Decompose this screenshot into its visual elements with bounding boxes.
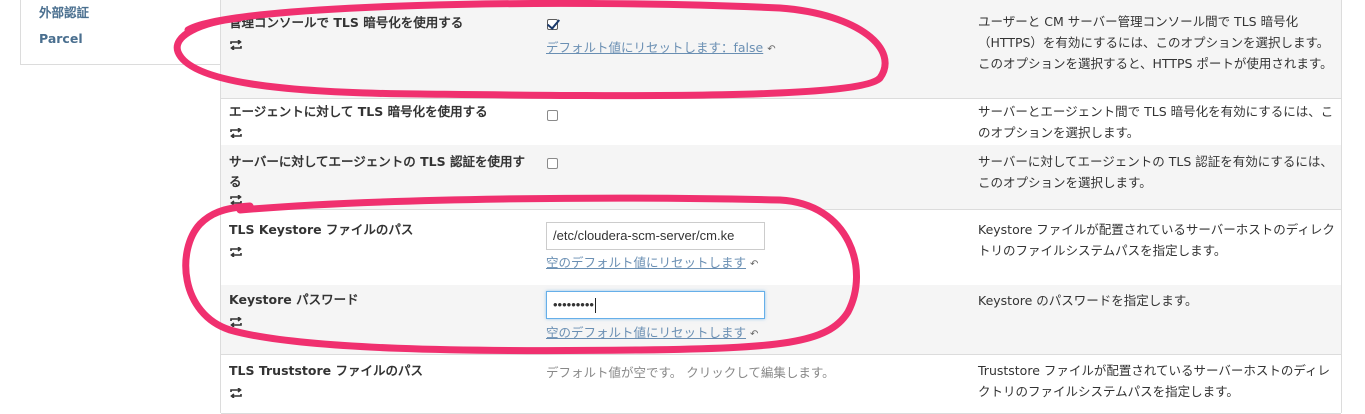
setting-label: 管理コンソールで TLS 暗号化を使用する xyxy=(229,15,464,30)
setting-label: エージェントに対して TLS 暗号化を使用する xyxy=(229,104,488,119)
setting-label: TLS Keystore ファイルのパス xyxy=(229,222,414,237)
setting-label: TLS Truststore ファイルのパス xyxy=(229,363,423,378)
keystore-password-input[interactable]: ••••••••• xyxy=(546,291,765,319)
truststore-empty-value[interactable]: デフォルト値が空です。 クリックして編集します。 xyxy=(546,362,835,381)
settings-nav: 外部認証 Parcel xyxy=(20,0,222,65)
undo-arrow-icon: ↶ xyxy=(767,44,776,55)
setting-row-keystore-path: TLS Keystore ファイルのパス /etc/cloudera-scm-s… xyxy=(221,209,1341,286)
reset-icon[interactable] xyxy=(229,388,243,398)
reset-empty-default-link[interactable]: 空のデフォルト値にリセットします ↶ xyxy=(546,322,758,341)
setting-row-console-tls: 管理コンソールで TLS 暗号化を使用する デフォルト値にリセットします：fal… xyxy=(221,0,1341,99)
setting-label: Keystore パスワード xyxy=(229,292,359,307)
setting-description: サーバーに対してエージェントの TLS 認証を有効にするには、このオプションを選… xyxy=(978,154,1333,190)
setting-description: Keystore のパスワードを指定します。 xyxy=(978,293,1198,308)
reset-empty-default-link[interactable]: 空のデフォルト値にリセットします ↶ xyxy=(546,252,758,271)
setting-row-agent-tls: エージェントに対して TLS 暗号化を使用する サーバーとエージェント間で TL… xyxy=(221,98,1341,146)
setting-row-keystore-password: Keystore パスワード ••••••••• 空のデフォルト値にリセットしま… xyxy=(221,285,1341,355)
text-caret xyxy=(594,298,596,314)
nav-item-parcel[interactable]: Parcel xyxy=(39,31,83,46)
setting-description: サーバーとエージェント間で TLS 暗号化を有効にするには、このオプションを選択… xyxy=(978,104,1334,140)
setting-description: Truststore ファイルが配置されているサーバーホストのディレクトリのファ… xyxy=(978,363,1330,399)
reset-icon[interactable] xyxy=(229,128,243,138)
setting-description: ユーザーと CM サーバー管理コンソール間で TLS 暗号化（HTTPS）を有効… xyxy=(978,14,1333,71)
reset-icon[interactable] xyxy=(229,317,243,327)
setting-row-truststore-path: TLS Truststore ファイルのパス デフォルト値が空です。 クリックし… xyxy=(221,354,1341,414)
agent-auth-checkbox[interactable] xyxy=(547,158,558,169)
console-tls-checkbox[interactable] xyxy=(547,19,558,30)
setting-label: サーバーに対してエージェントの TLS 認証を使用する xyxy=(229,154,525,189)
setting-row-agent-auth: サーバーに対してエージェントの TLS 認証を使用する サーバーに対してエージェ… xyxy=(221,145,1341,210)
undo-arrow-icon: ↶ xyxy=(750,259,759,270)
reset-icon[interactable] xyxy=(229,40,243,50)
settings-table: 管理コンソールで TLS 暗号化を使用する デフォルト値にリセットします：fal… xyxy=(220,0,1342,414)
nav-item-external-auth[interactable]: 外部認証 xyxy=(39,2,89,21)
undo-arrow-icon: ↶ xyxy=(750,329,759,340)
reset-icon[interactable] xyxy=(229,195,243,205)
reset-default-link[interactable]: デフォルト値にリセットします：false ↶ xyxy=(546,37,776,56)
reset-icon[interactable] xyxy=(229,247,243,257)
agent-tls-checkbox[interactable] xyxy=(547,110,558,121)
setting-description: Keystore ファイルが配置されているサーバーホストのディレクトリのファイル… xyxy=(978,222,1335,258)
keystore-path-input[interactable]: /etc/cloudera-scm-server/cm.ke xyxy=(546,222,765,250)
